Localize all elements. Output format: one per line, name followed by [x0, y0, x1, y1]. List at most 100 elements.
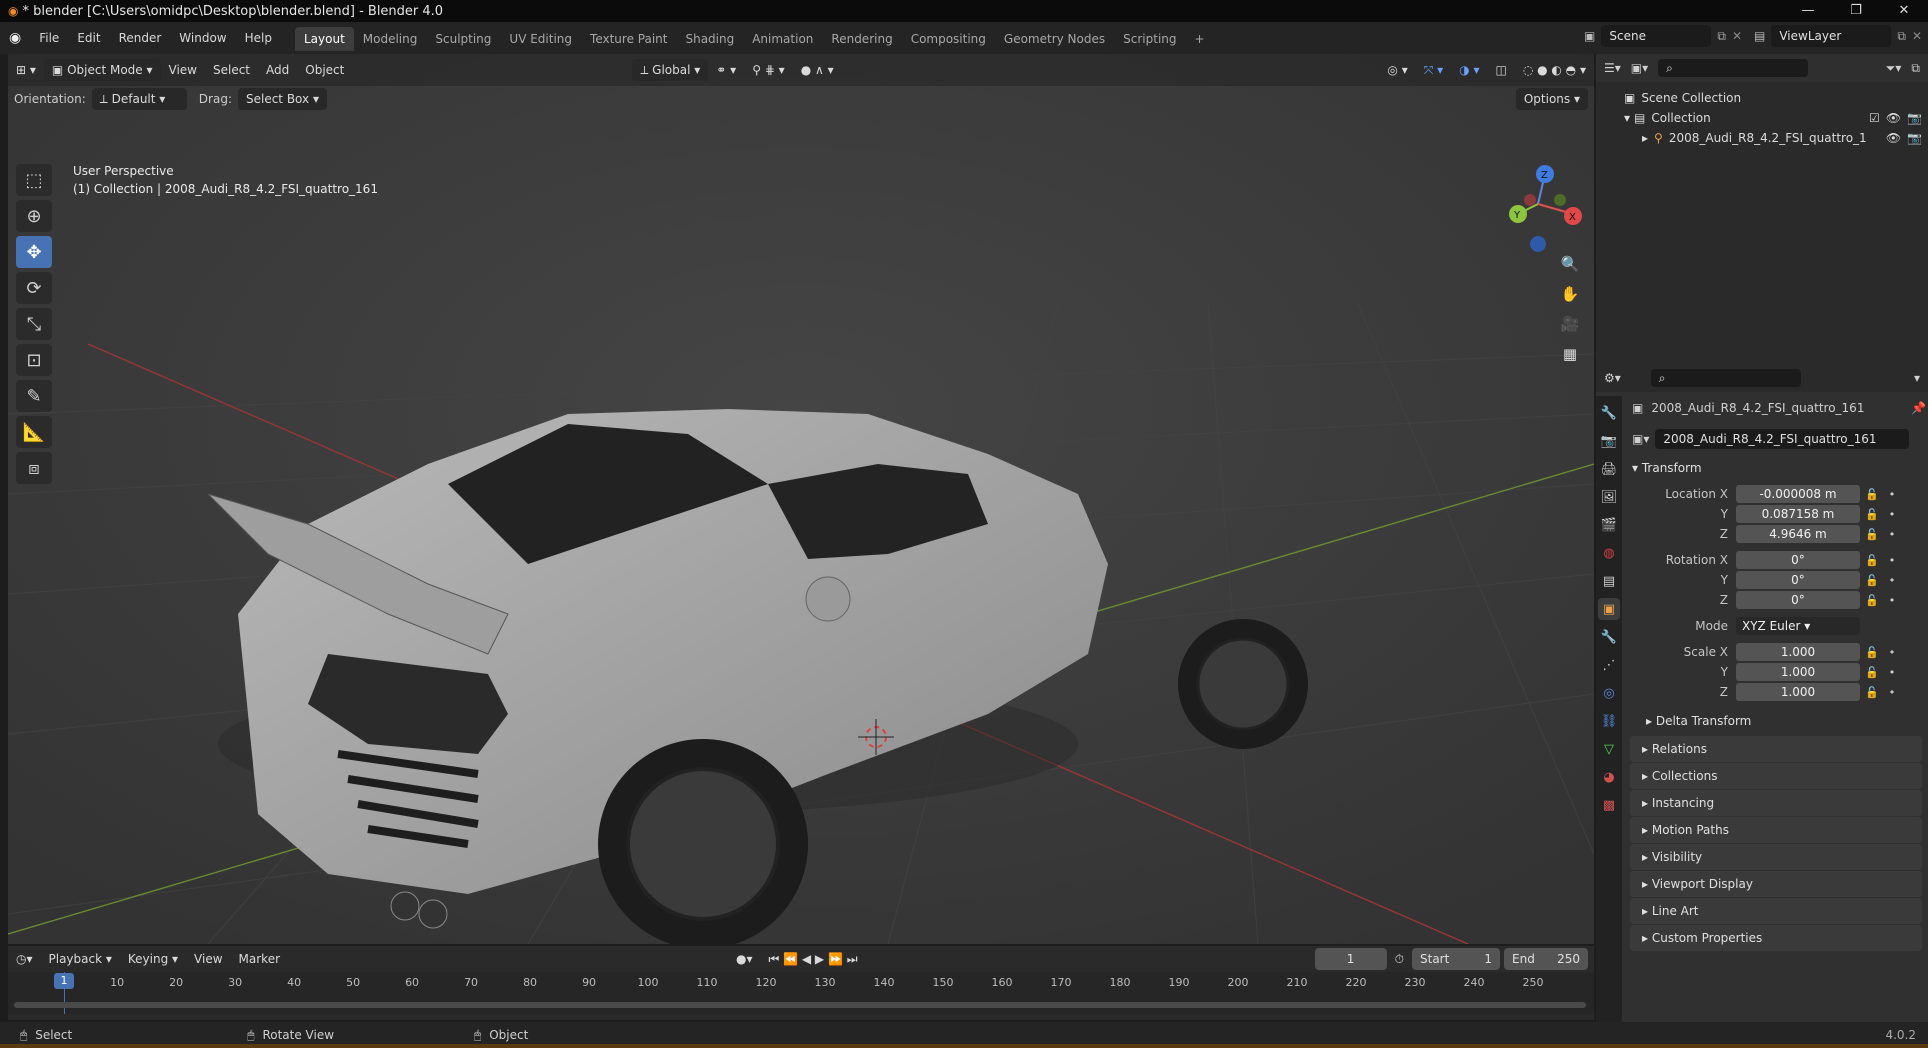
tab-texture-paint[interactable]: Texture Paint: [581, 27, 676, 51]
measure-tool-icon[interactable]: 📐: [16, 416, 52, 448]
object-name-input[interactable]: 2008_Audi_R8_4.2_FSI_quattro_161: [1655, 429, 1910, 449]
collection-expand-icon[interactable]: ▾: [1624, 108, 1630, 128]
options-dropdown[interactable]: Options ▾: [1515, 88, 1588, 110]
keyframe-dot-icon[interactable]: •: [1884, 666, 1900, 679]
scale-x-field[interactable]: 1.000: [1736, 643, 1860, 661]
texture-tab-icon[interactable]: ▩: [1598, 794, 1620, 816]
object-visibility-icon[interactable]: 👁: [1886, 128, 1901, 148]
annotate-tool-icon[interactable]: ✎: [16, 380, 52, 412]
camera-view-icon[interactable]: 🎥: [1556, 310, 1584, 338]
start-frame-field[interactable]: Start 1: [1412, 948, 1500, 970]
keyframe-dot-icon[interactable]: •: [1884, 686, 1900, 699]
menu-file[interactable]: File: [30, 22, 68, 54]
transform-tool-icon[interactable]: ⊡: [16, 344, 52, 376]
modifier-tab-icon[interactable]: 🔧: [1598, 626, 1620, 648]
3d-viewport[interactable]: Z Y X ⊞ ▾ ▣ Object Mode ▾ View Select Ad…: [8, 54, 1594, 944]
tab-animation[interactable]: Animation: [743, 27, 822, 51]
tab-shading[interactable]: Shading: [676, 27, 743, 51]
lock-icon[interactable]: 🔓: [1864, 574, 1880, 587]
collection-tab-icon[interactable]: ▤: [1598, 570, 1620, 592]
menu-playback[interactable]: Playback ▾: [41, 948, 120, 970]
collection-row[interactable]: ▾ ▤ Collection ☑ 👁 📷: [1602, 108, 1922, 128]
timeline-scrollbar[interactable]: [14, 1002, 1586, 1008]
maximize-button[interactable]: ❐: [1832, 0, 1880, 22]
menu-object[interactable]: Object: [297, 59, 352, 81]
menu-help[interactable]: Help: [236, 22, 281, 54]
viewlayer-selector[interactable]: ViewLayer: [1771, 25, 1892, 47]
filter-icon[interactable]: ⏷▾: [1886, 61, 1902, 76]
menu-edit[interactable]: Edit: [68, 22, 109, 54]
tab-sculpting[interactable]: Sculpting: [426, 27, 500, 51]
add-workspace-button[interactable]: +: [1186, 27, 1214, 51]
scale-tool-icon[interactable]: ⤡: [16, 308, 52, 340]
object-type-icon[interactable]: ▣▾: [1632, 432, 1649, 446]
outliner-search-input[interactable]: ⌕: [1658, 59, 1809, 77]
lock-icon[interactable]: 🔓: [1864, 528, 1880, 541]
cursor-tool-icon[interactable]: ⊕: [16, 200, 52, 232]
properties-options-icon[interactable]: ▾: [1914, 371, 1920, 385]
tab-compositing[interactable]: Compositing: [902, 27, 995, 51]
end-frame-field[interactable]: End 250: [1504, 948, 1588, 970]
proportional-edit-icon[interactable]: ● ∧ ▾: [793, 59, 842, 81]
lock-icon[interactable]: 🔓: [1864, 686, 1880, 699]
menu-add[interactable]: Add: [258, 59, 297, 81]
particles-tab-icon[interactable]: ⋰: [1598, 654, 1620, 676]
timeline-scrubber[interactable]: 1 10 20 30 40 50 60 70 80 90 100 110 120 130 140 150 16…: [8, 972, 1594, 1014]
add-cube-tool-icon[interactable]: ⧈: [16, 452, 52, 484]
select-box-tool-icon[interactable]: ⬚: [16, 164, 52, 196]
display-mode-icon[interactable]: ▣▾: [1631, 61, 1648, 75]
panel-collections[interactable]: ▸ Collections: [1630, 763, 1922, 789]
object-expand-icon[interactable]: ▸: [1642, 128, 1648, 148]
playback-controls[interactable]: ⏮ ⏪ ◀ ▶ ⏩ ⏭: [761, 948, 866, 970]
constraints-tab-icon[interactable]: ⛓: [1598, 710, 1620, 732]
physics-tab-icon[interactable]: ◎: [1598, 682, 1620, 704]
tab-rendering[interactable]: Rendering: [822, 27, 901, 51]
properties-editor-icon[interactable]: ⚙▾: [1604, 371, 1621, 385]
world-tab-icon[interactable]: ◍: [1598, 542, 1620, 564]
scale-z-field[interactable]: 1.000: [1736, 683, 1860, 701]
scene-tab-icon[interactable]: 🎬: [1598, 514, 1620, 536]
pin-icon[interactable]: 📌: [1911, 401, 1926, 415]
delete-viewlayer-icon[interactable]: ✕: [1912, 29, 1922, 43]
tool-tab-icon[interactable]: 🔧: [1598, 402, 1620, 424]
new-viewlayer-icon[interactable]: ⧉: [1897, 29, 1906, 44]
pivot-icon[interactable]: ⚭ ▾: [708, 59, 744, 81]
lock-icon[interactable]: 🔓: [1864, 508, 1880, 521]
pan-hand-icon[interactable]: ✋: [1556, 280, 1584, 308]
xray-icon[interactable]: ◫: [1487, 59, 1514, 81]
lock-icon[interactable]: 🔓: [1864, 646, 1880, 659]
timeline-editor-icon[interactable]: ◷▾: [8, 948, 41, 970]
menu-window[interactable]: Window: [170, 22, 235, 54]
blender-menu-icon[interactable]: ◉: [0, 22, 30, 54]
object-render-icon[interactable]: 📷: [1907, 128, 1922, 148]
zoom-icon[interactable]: 🔍: [1556, 250, 1584, 278]
ortho-grid-icon[interactable]: ▦: [1556, 340, 1584, 368]
lock-icon[interactable]: 🔓: [1864, 554, 1880, 567]
panel-line-art[interactable]: ▸ Line Art: [1630, 898, 1922, 924]
orientation-dropdown[interactable]: ⟂ Default ▾: [91, 88, 187, 110]
tab-uv-editing[interactable]: UV Editing: [500, 27, 581, 51]
overlay-toggle-icon[interactable]: ◑ ▾: [1451, 59, 1487, 81]
drag-dropdown[interactable]: Select Box ▾: [237, 88, 327, 110]
menu-marker[interactable]: Marker: [231, 948, 288, 970]
lock-icon[interactable]: 🔓: [1864, 594, 1880, 607]
collection-render-icon[interactable]: 📷: [1907, 108, 1922, 128]
view-layer-tab-icon[interactable]: 🖼: [1598, 486, 1620, 508]
location-y-field[interactable]: 0.087158 m: [1736, 505, 1860, 523]
panel-visibility[interactable]: ▸ Visibility: [1630, 844, 1922, 870]
scene-selector[interactable]: Scene: [1601, 25, 1712, 47]
panel-motion-paths[interactable]: ▸ Motion Paths: [1630, 817, 1922, 843]
preview-range-icon[interactable]: ⏱: [1387, 948, 1412, 970]
keyframe-dot-icon[interactable]: •: [1884, 574, 1900, 587]
panel-instancing[interactable]: ▸ Instancing: [1630, 790, 1922, 816]
keyframe-dot-icon[interactable]: •: [1884, 594, 1900, 607]
editor-type-icon[interactable]: ⊞ ▾: [8, 59, 44, 81]
scale-y-field[interactable]: 1.000: [1736, 663, 1860, 681]
rotate-tool-icon[interactable]: ⟳: [16, 272, 52, 304]
keyframe-dot-icon[interactable]: •: [1884, 488, 1900, 501]
collection-checkbox-icon[interactable]: ☑: [1869, 108, 1880, 128]
keyframe-dot-icon[interactable]: •: [1884, 646, 1900, 659]
tab-modeling[interactable]: Modeling: [354, 27, 427, 51]
record-icon[interactable]: ●▾: [728, 948, 761, 970]
lock-icon[interactable]: 🔓: [1864, 488, 1880, 501]
